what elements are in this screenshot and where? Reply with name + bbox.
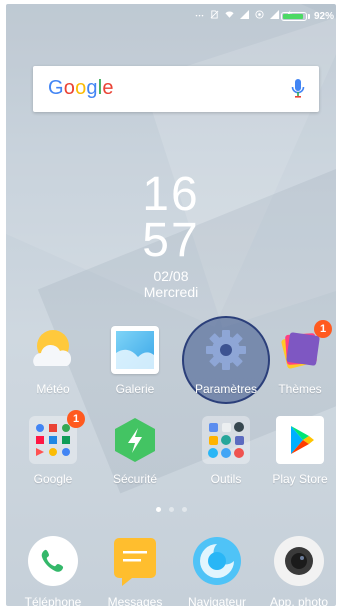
- browser-icon: [192, 536, 242, 586]
- clock-date: 02/08: [153, 268, 189, 284]
- app-parametres[interactable]: Paramètres: [185, 326, 267, 396]
- app-label: Paramètres: [194, 382, 258, 396]
- app-label: Téléphone: [24, 595, 82, 606]
- battery-indicator: 92%: [280, 11, 334, 22]
- google-logo-letter: g: [86, 77, 98, 99]
- clock-hour: 16: [142, 168, 200, 221]
- clock-widget[interactable]: 16 57 02/08 Mercredi: [6, 168, 336, 301]
- app-label: Google: [33, 472, 73, 486]
- status-icons: [195, 10, 294, 19]
- play-store-icon: [276, 416, 324, 464]
- dots-icon: [195, 14, 204, 17]
- microphone-icon[interactable]: [291, 78, 305, 100]
- app-play-store[interactable]: Play Store: [259, 416, 336, 486]
- hd-icon: [255, 10, 264, 19]
- app-label: Messages: [107, 595, 163, 606]
- home-screen: 92% Google 16 57 02/08 Mercredi Météo Ga…: [6, 4, 336, 606]
- app-outils-folder[interactable]: Outils: [185, 416, 267, 486]
- gallery-icon: [111, 326, 159, 374]
- signal-icon: [240, 10, 249, 19]
- dock-app-camera[interactable]: App. photo: [258, 536, 336, 606]
- google-logo-letter: e: [102, 77, 114, 99]
- phone-icon: [28, 536, 78, 586]
- battery-percent: 92%: [313, 11, 334, 22]
- app-meteo[interactable]: Météo: [12, 326, 94, 396]
- page-indicator: [6, 507, 336, 512]
- clock-day: Mercredi: [143, 284, 199, 300]
- app-label: Navigateur: [187, 595, 247, 606]
- app-themes[interactable]: 1 Thèmes: [259, 320, 336, 396]
- google-logo-letter: G: [48, 77, 64, 99]
- page-dot[interactable]: [168, 507, 174, 512]
- dock-app-messages[interactable]: Messages: [94, 536, 176, 606]
- messages-icon: [110, 536, 160, 586]
- notification-badge: 1: [67, 410, 85, 428]
- app-label: Météo: [36, 382, 70, 396]
- google-logo-letter: o: [75, 77, 87, 99]
- notification-badge: 1: [314, 320, 332, 338]
- app-securite[interactable]: Sécurité: [94, 416, 176, 486]
- signal-icon-2: [270, 10, 279, 19]
- security-icon: [111, 416, 159, 464]
- camera-icon: [274, 536, 324, 586]
- clock-minute: 57: [142, 214, 200, 267]
- battery-icon: [280, 12, 307, 21]
- app-label: Galerie: [115, 382, 155, 396]
- dock-app-navigateur[interactable]: Navigateur: [176, 536, 258, 606]
- settings-gear-icon: [202, 326, 250, 374]
- app-label: App. photo: [269, 595, 329, 606]
- app-galerie[interactable]: Galerie: [94, 326, 176, 396]
- app-label: Sécurité: [112, 472, 158, 486]
- google-logo: Google: [48, 77, 114, 100]
- app-label: Play Store: [272, 472, 328, 486]
- app-google-folder[interactable]: 1 Google: [12, 410, 94, 486]
- tools-folder-icon: [202, 416, 250, 464]
- app-label: Thèmes: [278, 382, 322, 396]
- google-search-bar[interactable]: Google: [33, 66, 319, 112]
- page-dot[interactable]: [181, 507, 187, 512]
- themes-icon: 1: [276, 320, 332, 374]
- dock-app-telephone[interactable]: Téléphone: [12, 536, 94, 606]
- google-logo-letter: o: [63, 77, 76, 99]
- weather-icon: [29, 326, 77, 374]
- app-label: Outils: [210, 472, 242, 486]
- page-dot[interactable]: [155, 507, 161, 512]
- status-bar: 92%: [6, 4, 336, 28]
- google-folder-icon: 1: [29, 410, 85, 464]
- no-sim-icon: [210, 10, 219, 19]
- wifi-icon: [225, 11, 234, 18]
